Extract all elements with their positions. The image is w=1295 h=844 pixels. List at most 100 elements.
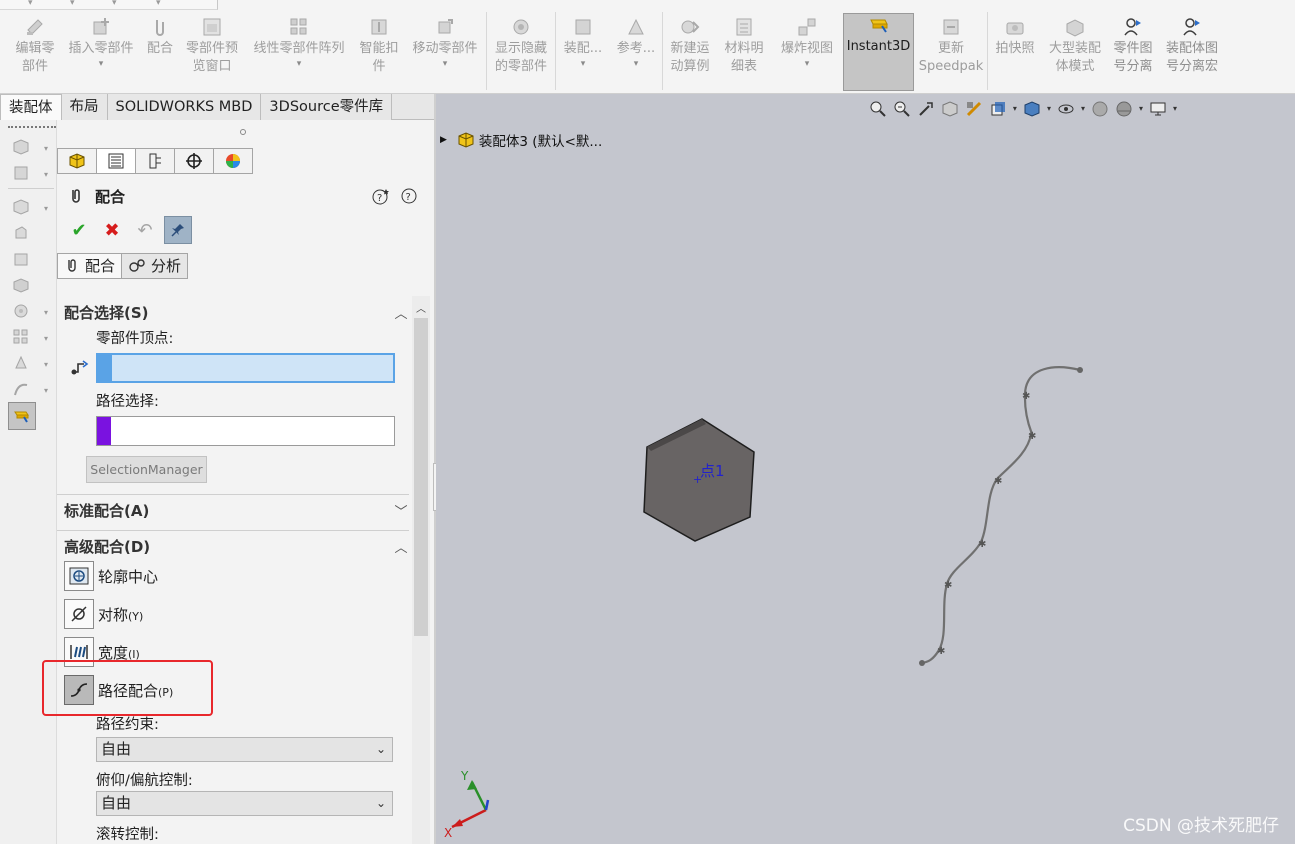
dropdown-arrow-icon[interactable]: ▾ bbox=[443, 58, 448, 70]
whats-new-help-icon[interactable]: ? bbox=[372, 187, 390, 205]
color-wheel-icon bbox=[226, 154, 240, 168]
mate-button[interactable]: 配合 bbox=[142, 16, 178, 90]
command-manager-ribbon: ▾ ▾ ▾ ▾ 编辑零 部件 插入零部件 ▾ 配合 零部件预 览窗口 线性零部件… bbox=[0, 0, 1295, 94]
part-icon[interactable] bbox=[12, 138, 30, 156]
curve-icon[interactable] bbox=[12, 380, 30, 398]
tab-feature-manager[interactable] bbox=[57, 148, 97, 174]
exploded-view-icon bbox=[798, 18, 816, 36]
undo-button[interactable]: ↶ bbox=[131, 216, 159, 244]
extrude-icon[interactable] bbox=[12, 224, 30, 242]
qat-icon[interactable]: ▾ bbox=[70, 0, 80, 8]
vertical-scrollbar[interactable]: ︿ bbox=[412, 296, 430, 844]
linear-pattern-button[interactable]: 线性零部件阵列 ▾ bbox=[247, 16, 351, 90]
reference-geometry-button[interactable]: 参考... ▾ bbox=[612, 16, 660, 90]
spline-endpoint[interactable] bbox=[919, 660, 925, 666]
insert-component-button[interactable]: 插入零部件 ▾ bbox=[64, 16, 138, 90]
spline-path[interactable] bbox=[921, 366, 1081, 665]
help-icon[interactable]: ? bbox=[400, 187, 418, 205]
instant3d-icon bbox=[14, 411, 29, 423]
tab-property-manager[interactable] bbox=[96, 148, 136, 174]
tab-solidworks-mbd[interactable]: SOLIDWORKS MBD bbox=[107, 94, 262, 120]
qat-icon[interactable]: ▾ bbox=[112, 0, 122, 8]
selection-manager-button[interactable]: SelectionManager bbox=[86, 456, 207, 483]
dropdown-arrow-icon[interactable]: ▾ bbox=[44, 204, 48, 213]
take-snapshot-button[interactable]: 拍快照 bbox=[990, 16, 1040, 90]
symmetric-mate[interactable]: 对称(Y) bbox=[64, 598, 143, 630]
dropdown-arrow-icon[interactable]: ▾ bbox=[581, 58, 586, 70]
cancel-button[interactable]: ✖ bbox=[98, 216, 126, 244]
scroll-up-icon[interactable]: ︿ bbox=[416, 300, 426, 315]
dropdown-arrow-icon[interactable]: ▾ bbox=[44, 334, 48, 343]
path-selection-box[interactable] bbox=[96, 416, 395, 446]
qat-icon[interactable]: ▾ bbox=[156, 0, 166, 8]
strip-divider bbox=[8, 188, 54, 189]
new-motion-study-button[interactable]: 新建运 动算例 bbox=[665, 16, 715, 90]
dropdown-arrow-icon[interactable]: ▾ bbox=[44, 360, 48, 369]
strip-grip[interactable] bbox=[8, 126, 56, 128]
qat-icon[interactable]: ▾ bbox=[28, 0, 38, 8]
keep-visible-pin-button[interactable] bbox=[164, 216, 192, 244]
tab-layout[interactable]: 布局 bbox=[61, 94, 108, 120]
show-hidden-components-button[interactable]: 显示隐藏 的零部件 bbox=[490, 16, 552, 90]
dropdown-arrow-icon[interactable]: ▾ bbox=[634, 58, 639, 70]
watermark-text: CSDN @技术死肥仔 bbox=[1123, 816, 1279, 836]
profile-center-mate[interactable]: 轮廓中心 bbox=[64, 560, 158, 592]
cube-icon[interactable] bbox=[12, 198, 30, 216]
spline-point-marker: ✱ bbox=[1022, 391, 1030, 402]
gear-icon[interactable] bbox=[12, 302, 30, 320]
panel-grip-icon[interactable] bbox=[240, 129, 246, 135]
assembly-number-macro-button[interactable]: 装配体图 号分离宏 bbox=[1160, 16, 1224, 90]
speedpak-icon bbox=[943, 19, 959, 35]
x-axis-label: X bbox=[444, 826, 452, 840]
reference-geometry-icon bbox=[628, 18, 644, 35]
graphics-area[interactable]: ▾ ▾ ▾ ▾ ▾ ▶ 装配体3 (默认<默... 点1 + ✱ ✱ ✱ ✱ ✱… bbox=[436, 94, 1295, 844]
reference-icon[interactable] bbox=[12, 354, 30, 372]
dropdown-arrow-icon[interactable]: ▾ bbox=[805, 58, 810, 70]
move-component-button[interactable]: 移动零部件 ▾ bbox=[407, 16, 483, 90]
selection-options-icon[interactable] bbox=[69, 358, 91, 378]
ribbon-separator bbox=[486, 12, 487, 90]
box-icon[interactable] bbox=[12, 276, 30, 294]
dropdown-arrow-icon[interactable]: ▾ bbox=[297, 58, 302, 70]
scrollbar-thumb[interactable] bbox=[414, 318, 428, 636]
assembly-icon[interactable] bbox=[12, 164, 30, 182]
smart-fasteners-button[interactable]: 智能扣 件 bbox=[355, 16, 403, 90]
assembly-features-button[interactable]: 装配... ▾ bbox=[559, 16, 607, 90]
bill-of-materials-button[interactable]: 材料明 细表 bbox=[719, 16, 769, 90]
tab-assembly[interactable]: 装配体 bbox=[0, 94, 62, 121]
instant3d-button[interactable]: Instant3D bbox=[843, 13, 914, 91]
pitch-yaw-control-select[interactable]: 自由 ⌄ bbox=[96, 791, 393, 816]
tab-analysis[interactable]: 分析 bbox=[121, 253, 189, 279]
exploded-view-button[interactable]: 爆炸视图 ▾ bbox=[775, 16, 839, 90]
path-constraint-select[interactable]: 自由 ⌄ bbox=[96, 737, 393, 762]
tab-dimxpert-manager[interactable] bbox=[174, 148, 214, 174]
dropdown-arrow-icon[interactable]: ▾ bbox=[44, 170, 48, 179]
spline-point-marker: ✱ bbox=[1028, 431, 1036, 442]
shell-icon[interactable] bbox=[12, 250, 30, 268]
dropdown-arrow-icon[interactable]: ▾ bbox=[44, 144, 48, 153]
dropdown-arrow-icon[interactable]: ▾ bbox=[99, 58, 104, 70]
pattern-icon[interactable] bbox=[12, 328, 30, 346]
tab-display-manager[interactable] bbox=[213, 148, 253, 174]
component-preview-window-button[interactable]: 零部件预 览窗口 bbox=[181, 16, 243, 90]
standard-mates-group-header[interactable]: 标准配合(A) ﹀ bbox=[64, 498, 408, 522]
roll-control-label: 滚转控制: bbox=[96, 827, 159, 843]
dropdown-arrow-icon[interactable]: ▾ bbox=[44, 308, 48, 317]
dropdown-arrow-icon[interactable]: ▾ bbox=[44, 386, 48, 395]
update-speedpak-button[interactable]: 更新 Speedpak bbox=[918, 16, 984, 90]
large-assembly-mode-button[interactable]: 大型装配 体模式 bbox=[1044, 16, 1106, 90]
tab-3dsource[interactable]: 3DSource零件库 bbox=[261, 94, 393, 120]
mate-selections-group-header[interactable]: 配合选择(S) ︿ bbox=[64, 300, 408, 324]
tab-configuration-manager[interactable] bbox=[135, 148, 175, 174]
ok-button[interactable]: ✔ bbox=[65, 216, 93, 244]
edit-component-button[interactable]: 编辑零 部件 bbox=[8, 16, 62, 90]
tab-mates[interactable]: 配合 bbox=[57, 253, 123, 279]
spline-point-marker: ✱ bbox=[994, 476, 1002, 487]
instant3d-strip-button[interactable] bbox=[8, 402, 36, 430]
point1-label[interactable]: 点1 bbox=[700, 462, 725, 480]
left-toolbar-strip: ▾ ▾ ▾ ▾ ▾ ▾ ▾ bbox=[0, 120, 57, 844]
part-number-separation-button[interactable]: 零件图 号分离 bbox=[1108, 16, 1158, 90]
spline-endpoint[interactable] bbox=[1077, 367, 1083, 373]
component-vertex-selection-box[interactable] bbox=[96, 353, 395, 383]
advanced-mates-group-header[interactable]: 高级配合(D) ︿ bbox=[64, 534, 408, 558]
